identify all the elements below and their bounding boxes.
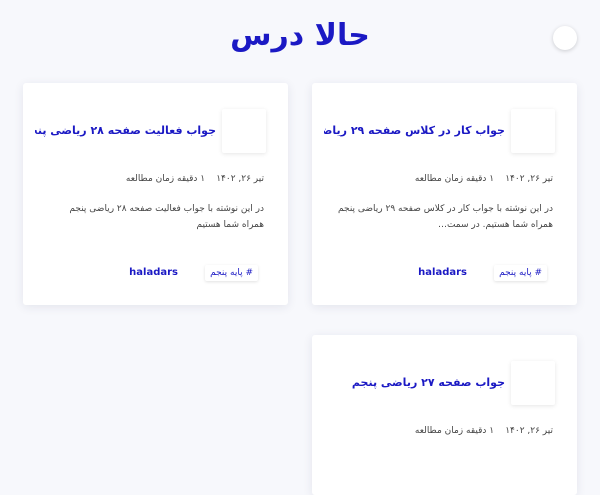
post-author-link[interactable]: haladars (418, 267, 467, 279)
post-thumbnail[interactable] (511, 361, 555, 405)
post-excerpt: در این نوشته با جواب فعالیت صفحه ۲۸ ریاض… (69, 204, 264, 230)
post-card: جواب کار در کلاس صفحه ۲۹ ریاضی پنجم تیر … (312, 83, 577, 305)
post-date: تیر ۲۶, ۱۴۰۲ (505, 174, 553, 184)
post-title[interactable]: جواب کار در کلاس صفحه ۲۹ ریاضی پنجم (324, 123, 505, 139)
post-thumbnail[interactable] (511, 109, 555, 153)
post-author-link[interactable]: haladars (129, 267, 178, 279)
post-title[interactable]: جواب فعالیت صفحه ۲۸ ریاضی پنجم (35, 123, 216, 139)
post-date: تیر ۲۶, ۱۴۰۲ (216, 174, 264, 184)
post-category-tag[interactable]: # پایه پنجم (205, 265, 258, 281)
post-meta: تیر ۲۶, ۱۴۰۲ ۱ دقیقه زمان مطالعه (35, 173, 264, 185)
post-excerpt: در این نوشته با جواب کار در کلاس صفحه ۲۹… (338, 204, 553, 230)
post-date: تیر ۲۶, ۱۴۰۲ (505, 426, 553, 436)
post-category-tag[interactable]: # پایه پنجم (494, 265, 547, 281)
post-card: جواب فعالیت صفحه ۲۸ ریاضی پنجم تیر ۲۶, ۱… (23, 83, 288, 305)
post-card: جواب صفحه ۲۷ ریاضی پنجم تیر ۲۶, ۱۴۰۲ ۱ د… (312, 335, 577, 495)
post-title[interactable]: جواب صفحه ۲۷ ریاضی پنجم (324, 375, 505, 391)
post-meta: تیر ۲۶, ۱۴۰۲ ۱ دقیقه زمان مطالعه (324, 173, 553, 185)
site-title[interactable]: حالا درس (0, 14, 600, 58)
theme-toggle-button[interactable] (553, 26, 577, 50)
post-read-time: ۱ دقیقه زمان مطالعه (414, 174, 495, 184)
post-thumbnail[interactable] (222, 109, 266, 153)
post-meta: تیر ۲۶, ۱۴۰۲ ۱ دقیقه زمان مطالعه (324, 425, 553, 437)
post-read-time: ۱ دقیقه زمان مطالعه (125, 174, 206, 184)
post-read-time: ۱ دقیقه زمان مطالعه (414, 426, 495, 436)
